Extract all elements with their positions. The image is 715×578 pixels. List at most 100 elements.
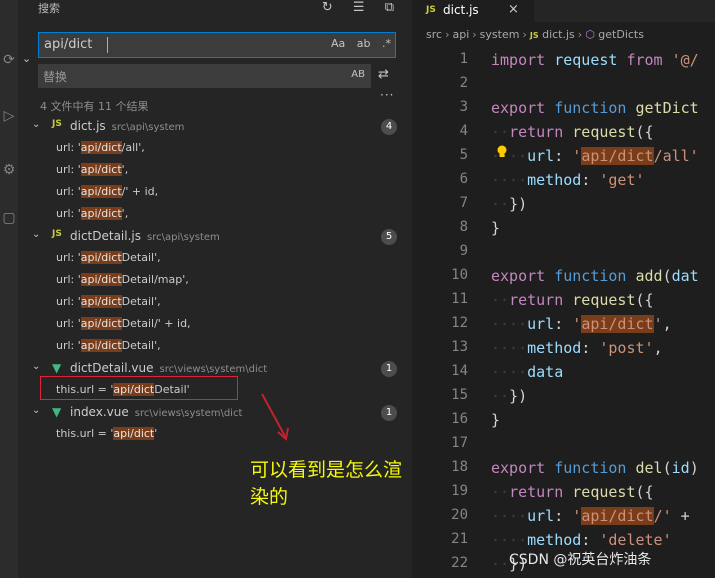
code-line[interactable]: 7 ··})	[412, 192, 715, 216]
line-number: 9	[459, 243, 468, 259]
match-whole-word-button[interactable]: ab	[357, 37, 371, 50]
match-text: url: 'api/dictDetail',	[56, 295, 161, 308]
result-file[interactable]: ⌄ JS dict.js src\api\system 4	[18, 116, 412, 138]
code-line[interactable]: 19 ··return request({	[412, 480, 715, 504]
js-file-icon: JS	[529, 31, 539, 40]
replace-all-icon[interactable]: ⇄	[378, 67, 389, 82]
search-options: Aa ab .*	[323, 37, 391, 50]
breadcrumb-item[interactable]: src	[426, 28, 442, 41]
code-text: export function add(dat	[491, 267, 699, 285]
code-text: ····url: 'api/dict/' +	[491, 507, 690, 525]
chevron-down-icon[interactable]: ⌄	[32, 229, 40, 240]
source-control-icon[interactable]: ⟳	[0, 52, 18, 68]
chevron-down-icon[interactable]: ⌄	[32, 119, 40, 130]
code-line[interactable]: 10 export function add(dat	[412, 264, 715, 288]
breadcrumb-item[interactable]: api	[452, 28, 469, 41]
line-number: 5	[459, 147, 468, 163]
match-highlight: api/dict	[80, 317, 122, 330]
line-number: 4	[459, 123, 468, 139]
preserve-case-button[interactable]: AB	[351, 69, 365, 80]
toggle-replace-icon[interactable]: ⌄	[22, 52, 31, 65]
result-match[interactable]: url: 'api/dictDetail/' + id,	[18, 314, 412, 336]
search-input-value: api/dict	[44, 37, 93, 52]
more-options-icon[interactable]: ···	[380, 88, 394, 102]
result-file[interactable]: ⌄ ▼ index.vue src\views\system\dict 1	[18, 402, 412, 424]
match-count-badge: 1	[381, 361, 397, 377]
breadcrumb-file[interactable]: dict.js	[542, 28, 575, 41]
line-number: 3	[459, 99, 468, 115]
result-match[interactable]: url: 'api/dict',	[18, 160, 412, 182]
result-match[interactable]: url: 'api/dictDetail',	[18, 248, 412, 270]
result-file-name: dict.js src\api\system	[70, 119, 185, 133]
refresh-icon[interactable]: ↻	[322, 0, 333, 15]
activity-bar: ⟳ ▷ ⚙ ▢	[0, 0, 18, 578]
code-area[interactable]: 1 import request from '@/ 2 3 export functio…	[412, 48, 715, 576]
code-line[interactable]: 1 import request from '@/	[412, 48, 715, 72]
close-icon[interactable]: ×	[508, 2, 519, 17]
collapse-all-icon[interactable]: ⧉	[385, 0, 394, 15]
line-number: 22	[451, 555, 468, 571]
match-highlight: api/dict	[80, 141, 122, 154]
result-match[interactable]: url: 'api/dictDetail',	[18, 292, 412, 314]
code-text: export function getDict	[491, 99, 699, 117]
breadcrumb-item[interactable]: system	[480, 28, 520, 41]
code-line[interactable]: 12 ····url: 'api/dict',	[412, 312, 715, 336]
code-line[interactable]: 17	[412, 432, 715, 456]
line-number: 19	[451, 483, 468, 499]
line-number: 6	[459, 171, 468, 187]
result-file-name: index.vue src\views\system\dict	[70, 405, 243, 419]
chevron-down-icon[interactable]: ⌄	[32, 405, 40, 416]
code-editor: JS dict.js × src › api › system › JS dict.js › ⬡…	[412, 0, 715, 578]
code-line[interactable]: 11 ··return request({	[412, 288, 715, 312]
match-case-button[interactable]: Aa	[331, 37, 345, 50]
code-line[interactable]: 9	[412, 240, 715, 264]
code-line[interactable]: 4 ··return request({	[412, 120, 715, 144]
vue-file-icon: ▼	[52, 361, 62, 375]
code-line[interactable]: 5 ····url: 'api/dict/all'	[412, 144, 715, 168]
result-match[interactable]: this.url = 'api/dict'	[18, 424, 412, 446]
code-line[interactable]: 20 ····url: 'api/dict/' +	[412, 504, 715, 528]
code-line[interactable]: 15 ··})	[412, 384, 715, 408]
line-number: 1	[459, 51, 468, 67]
tab-dict-js[interactable]: JS dict.js ×	[412, 0, 534, 22]
breadcrumb: src › api › system › JS dict.js › ⬡ getDicts	[426, 28, 644, 41]
code-line[interactable]: 3 export function getDict	[412, 96, 715, 120]
code-line[interactable]: 16}	[412, 408, 715, 432]
code-text: ··return request({	[491, 483, 654, 501]
code-line[interactable]: 6 ····method: 'get'	[412, 168, 715, 192]
extensions-icon[interactable]: ⚙	[0, 162, 18, 178]
code-text: }	[491, 411, 501, 429]
code-line[interactable]: 18 export function del(id)	[412, 456, 715, 480]
vue-file-icon: ▼	[52, 405, 62, 419]
code-line[interactable]: 8}	[412, 216, 715, 240]
replace-input[interactable]: 替换 AB	[38, 64, 371, 88]
result-match[interactable]: url: 'api/dictDetail',	[18, 336, 412, 358]
result-file-path: src\views\system\dict	[134, 408, 243, 419]
code-line[interactable]: 2	[412, 72, 715, 96]
match-text: url: 'api/dictDetail',	[56, 251, 161, 264]
result-match[interactable]: url: 'api/dict/all',	[18, 138, 412, 160]
code-line[interactable]: 14 ····data	[412, 360, 715, 384]
clear-results-icon[interactable]: ☰	[353, 0, 365, 15]
code-text: ··})	[491, 195, 528, 213]
run-debug-icon[interactable]: ▷	[0, 108, 18, 124]
use-regex-button[interactable]: .*	[382, 37, 391, 50]
result-match[interactable]: url: 'api/dict',	[18, 204, 412, 226]
result-file[interactable]: ⌄ JS dictDetail.js src\api\system 5	[18, 226, 412, 248]
match-highlight: api/dict	[80, 339, 122, 352]
line-number: 12	[451, 315, 468, 331]
chevron-down-icon[interactable]: ⌄	[32, 361, 40, 372]
line-number: 16	[451, 411, 468, 427]
sidebar-actions: ↻ ☰ ⧉	[306, 0, 394, 20]
js-file-icon: JS	[426, 5, 436, 15]
result-match[interactable]: url: 'api/dictDetail/map',	[18, 270, 412, 292]
search-input[interactable]: api/dict Aa ab .*	[38, 32, 396, 58]
line-number: 11	[451, 291, 468, 307]
lightbulb-icon[interactable]	[496, 145, 508, 159]
code-line[interactable]: 13 ····method: 'post',	[412, 336, 715, 360]
remote-explorer-icon[interactable]: ▢	[0, 210, 18, 226]
code-text: import request from '@/	[491, 51, 699, 69]
match-highlight: api/dict	[113, 427, 155, 440]
result-match[interactable]: url: 'api/dict/' + id,	[18, 182, 412, 204]
breadcrumb-symbol[interactable]: getDicts	[598, 28, 644, 41]
